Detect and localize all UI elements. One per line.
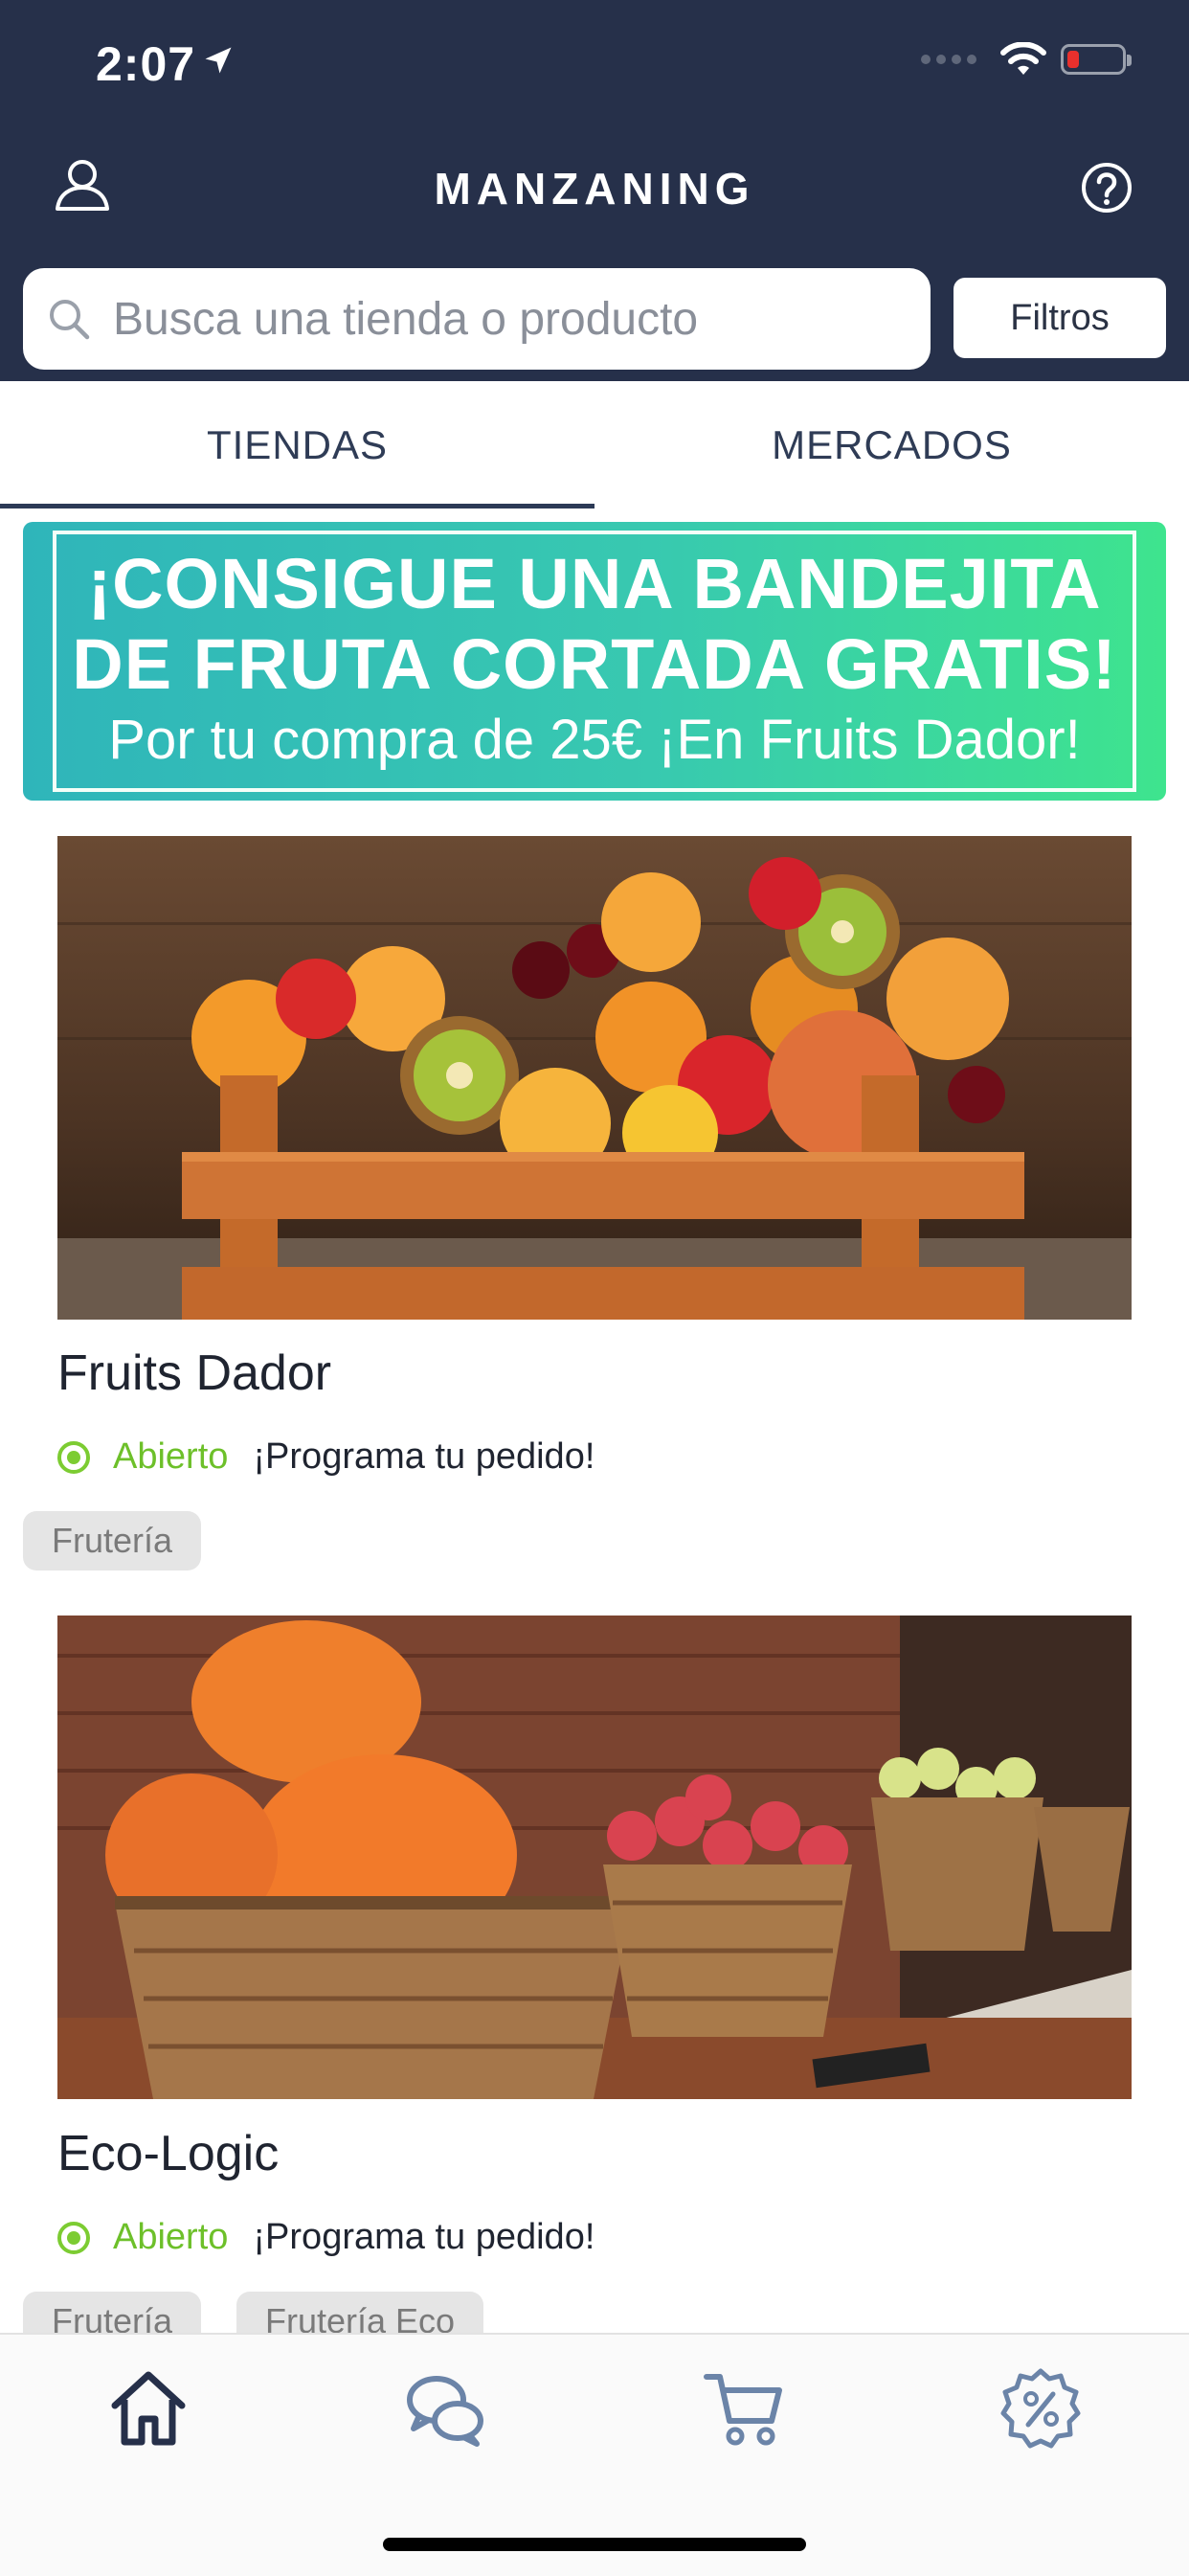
promo-subtext: Por tu compra de 25€ ¡En Fruits Dador! — [108, 709, 1081, 771]
promo-banner[interactable]: ¡CONSIGUE UNA BANDEJITA DE FRUTA CORTADA… — [23, 522, 1166, 801]
location-arrow-icon — [205, 47, 232, 74]
store-open-label: Abierto — [113, 2217, 229, 2257]
tab-mercados[interactable]: MERCADOS — [594, 381, 1189, 509]
promo-banner-frame: ¡CONSIGUE UNA BANDEJITA DE FRUTA CORTADA… — [53, 531, 1136, 792]
promo-headline-line2: DE FRUTA CORTADA GRATIS! — [72, 624, 1117, 704]
search-row: Filtros — [0, 254, 1189, 381]
active-tab-indicator — [0, 504, 594, 508]
store-name[interactable]: Fruits Dador — [57, 1344, 331, 1402]
search-box[interactable] — [23, 268, 931, 370]
store-image-eco-logic[interactable] — [57, 1616, 1132, 2099]
wifi-icon — [1000, 42, 1046, 75]
battery-icon — [1061, 44, 1132, 75]
chat-icon[interactable] — [402, 2365, 488, 2452]
tab-bar: TIENDAS MERCADOS — [0, 381, 1189, 513]
top-bar: 2:07 MANZANING Filtros — [0, 0, 1189, 381]
search-input[interactable] — [111, 291, 900, 347]
status-indicators — [921, 42, 1132, 77]
filters-button[interactable]: Filtros — [953, 278, 1166, 358]
store-open-label: Abierto — [113, 1436, 229, 1477]
store-status-row: Abierto ¡Programa tu pedido! — [57, 2217, 594, 2258]
signal-icon — [921, 55, 976, 64]
tab-tiendas[interactable]: TIENDAS — [0, 381, 594, 509]
bottom-navigation — [0, 2333, 1189, 2576]
app-title: MANZANING — [434, 164, 755, 214]
store-schedule-label: ¡Programa tu pedido! — [253, 2217, 595, 2257]
discount-icon[interactable] — [998, 2365, 1084, 2452]
promo-headline-line1: ¡CONSIGUE UNA BANDEJITA — [87, 544, 1102, 623]
store-name[interactable]: Eco-Logic — [57, 2125, 279, 2182]
home-indicator — [383, 2538, 806, 2551]
open-status-icon — [57, 1440, 90, 1474]
open-status-icon — [57, 2221, 90, 2254]
store-tag: Frutería — [23, 1511, 202, 1570]
home-icon[interactable] — [105, 2365, 191, 2452]
search-icon — [50, 300, 90, 340]
help-icon[interactable] — [1080, 161, 1133, 215]
store-schedule-label: ¡Programa tu pedido! — [253, 1436, 595, 1477]
status-time: 2:07 — [96, 37, 196, 91]
cart-icon[interactable] — [701, 2365, 787, 2452]
store-image-fruits-dador[interactable] — [57, 836, 1132, 1320]
store-status-row: Abierto ¡Programa tu pedido! — [57, 1436, 594, 1478]
